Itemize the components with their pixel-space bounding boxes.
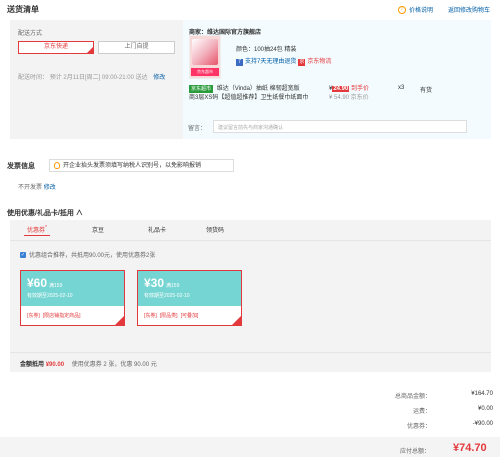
shipping-label: 运费： bbox=[413, 409, 432, 415]
tab-redeem-code[interactable]: 领货码 bbox=[206, 225, 224, 234]
coupon-discount-value: -¥90.00 bbox=[472, 421, 493, 427]
delivery-panel: 配送方式 京东快递 上门自提 配送时间： 预计 2月11日[周二] 09:00-… bbox=[10, 20, 183, 139]
product-image[interactable]: 京东超市 bbox=[189, 35, 221, 79]
tab-active-underline bbox=[24, 235, 50, 236]
total-goods-label: 总商品金额： bbox=[395, 394, 432, 400]
delivery-modify-link[interactable]: 修改 bbox=[153, 75, 165, 81]
product-qty: x3 bbox=[398, 85, 405, 91]
tab-coupon[interactable]: 优惠券* bbox=[27, 225, 47, 234]
price-note-link[interactable]: ! 价格说明 bbox=[398, 5, 433, 15]
invoice-tip: 开企业抬头发票须填写纳税人识别号，以免影响报销 bbox=[49, 159, 234, 172]
checkbox-checked-icon[interactable]: ✓ bbox=[20, 252, 26, 259]
invoice-title: 发票信息 bbox=[7, 163, 35, 170]
payable-label: 应付总额： bbox=[400, 449, 431, 455]
coupon-card[interactable]: ¥30 满159 有效期至2025-02-10 [东券] [限品类] [可叠加] bbox=[137, 270, 242, 326]
return-policy-icon: 7 bbox=[236, 59, 243, 66]
note-label: 留言： bbox=[188, 126, 207, 132]
product-stock: 有货 bbox=[420, 88, 433, 94]
coupon-selected-corner bbox=[232, 316, 241, 325]
tab-divider bbox=[10, 240, 491, 241]
product-spec: 颜色：100抽24包 精装 bbox=[236, 47, 297, 53]
jd-supermarket-badge: 京东超市 bbox=[189, 85, 214, 93]
coupon-selected-corner bbox=[115, 316, 124, 325]
product-price: ¥24.90 到手价 ¥ 54.90 京东价 bbox=[329, 86, 370, 101]
coupon-discount-label: 优惠券： bbox=[407, 424, 432, 430]
auto-coupon-option[interactable]: ✓ 优惠组合推荐，共抵用90.00元，使用优惠券2张 bbox=[20, 250, 155, 259]
tissue-pack-graphic bbox=[192, 39, 218, 65]
total-goods-value: ¥164.70 bbox=[471, 391, 493, 397]
discount-title[interactable]: 使用优惠/礼品卡/抵用 ∧ bbox=[7, 208, 83, 218]
invoice-modify-link[interactable]: 修改 bbox=[44, 185, 56, 191]
delivery-option-express[interactable]: 京东快递 bbox=[18, 41, 94, 54]
tab-jingdou[interactable]: 京豆 bbox=[92, 225, 104, 234]
payable-value: ¥74.70 bbox=[453, 442, 487, 454]
page-title: 送货清单 bbox=[7, 5, 39, 14]
delivery-option-pickup[interactable]: 上门自提 bbox=[98, 41, 175, 54]
product-image-tag: 京东超市 bbox=[191, 68, 219, 76]
delivery-time: 配送时间： 预计 2月11日[周二] 09:00-21:00 送达 修改 bbox=[18, 75, 166, 81]
note-input[interactable]: 建议留言前先与商家沟通确认 bbox=[213, 120, 467, 133]
product-services: 7 支持7天无理由退货京京东物流 bbox=[236, 56, 331, 66]
discount-summary: 金额抵用 ¥90.00 使用优惠券 2 张，优惠 90.00 元 bbox=[20, 362, 157, 368]
lightbulb-icon bbox=[54, 162, 60, 169]
invoice-type: 不开发票 修改 bbox=[18, 185, 56, 191]
summary-divider bbox=[10, 352, 491, 353]
shipping-value: ¥0.00 bbox=[477, 406, 493, 412]
info-icon: ! bbox=[398, 6, 406, 15]
chevron-up-icon: ∧ bbox=[75, 210, 83, 217]
coupon-card[interactable]: ¥60 满159 有效期至2025-02-10 [东券] [限店铺指定商品] bbox=[20, 270, 125, 326]
delivery-label: 配送方式 bbox=[18, 31, 43, 37]
jd-logistics-icon: 京 bbox=[298, 59, 306, 66]
back-to-cart-link[interactable]: 返回修改购物车 bbox=[448, 5, 490, 14]
tab-giftcard[interactable]: 礼品卡 bbox=[148, 225, 166, 234]
product-title[interactable]: 京东超市 维达（Vinda）抽纸 棉韧超宽版 商3层XS码【超值超推荐】卫生纸餐… bbox=[189, 85, 308, 103]
